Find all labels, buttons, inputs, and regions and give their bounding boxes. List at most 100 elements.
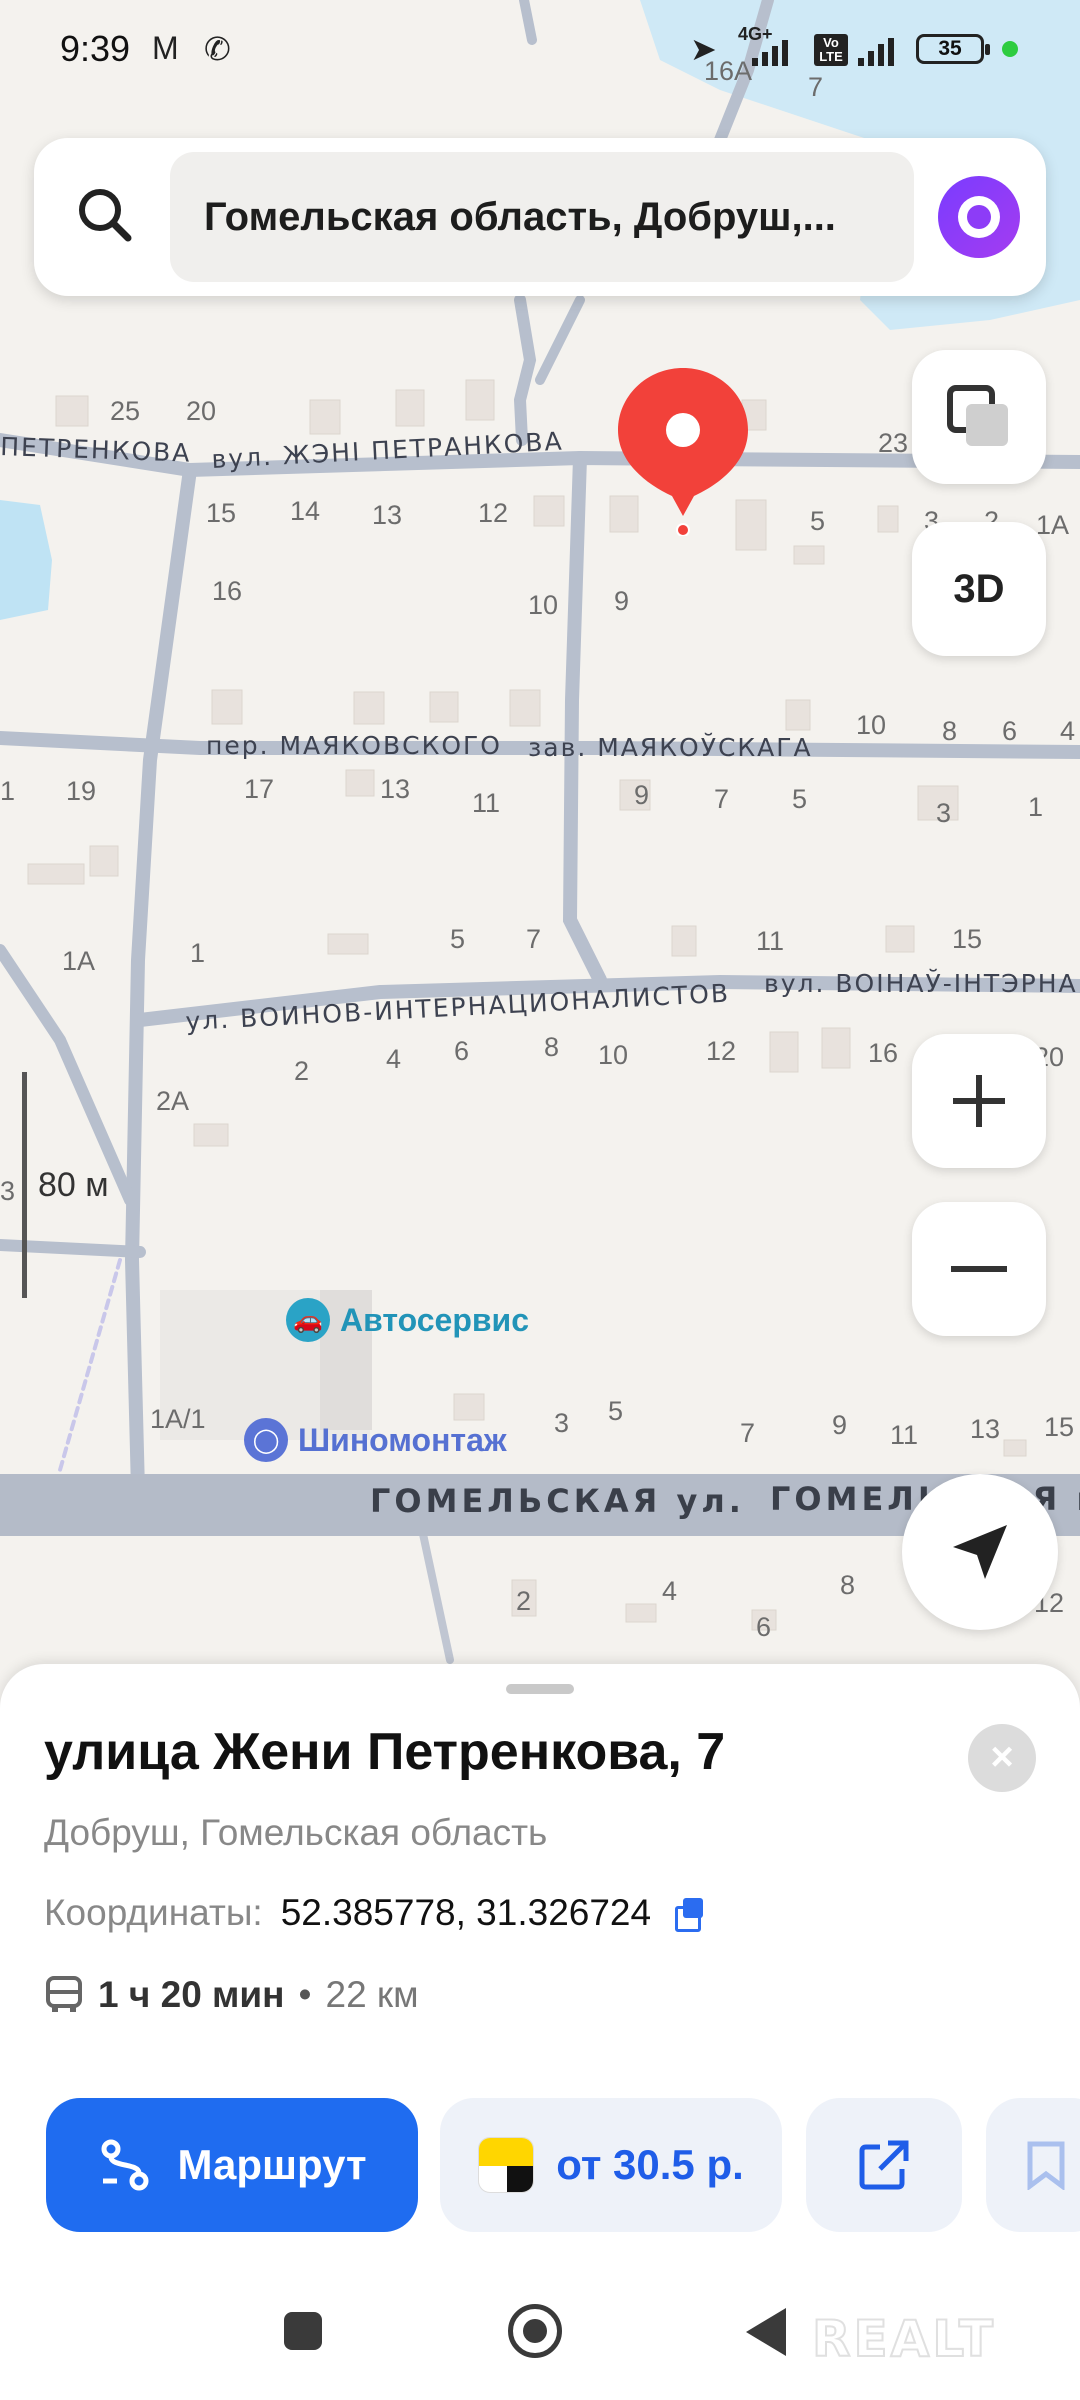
- house-number: 6: [756, 1612, 771, 1642]
- search-icon[interactable]: [70, 180, 140, 250]
- house-number: 9: [614, 586, 629, 616]
- poi-tire-service[interactable]: ◯ Шиномонтаж: [244, 1418, 507, 1462]
- house-number: 12: [478, 498, 508, 528]
- street-label-voinau: вул. ВОІНАЎ-ІНТЭРНА: [764, 969, 1078, 998]
- sheet-drag-handle[interactable]: [506, 1684, 574, 1694]
- house-number: 15: [206, 498, 236, 528]
- home-button[interactable]: [508, 2304, 562, 2358]
- back-button[interactable]: [746, 2308, 786, 2356]
- coordinates-value[interactable]: 52.385778, 31.326724: [281, 1892, 651, 1934]
- bookmark-icon: [1027, 2141, 1065, 2190]
- house-number: 13: [380, 774, 410, 804]
- svg-text:REALT: REALT: [812, 2310, 996, 2368]
- route-distance: 22 км: [325, 1974, 419, 2015]
- plus-icon: [953, 1075, 1005, 1127]
- status-bar: 9:39 M ✆ ➤ 4G+ Vo LTE 35: [0, 0, 1080, 96]
- location-pin[interactable]: [618, 366, 748, 536]
- volte-badge: Vo LTE: [814, 34, 848, 66]
- house-number: 5: [810, 506, 825, 536]
- house-number: 8: [840, 1570, 855, 1600]
- my-location-button[interactable]: [902, 1474, 1058, 1630]
- house-number: 16: [212, 576, 242, 606]
- share-icon: [859, 2140, 909, 2190]
- house-number: 5: [792, 784, 807, 814]
- battery-indicator: 35: [916, 34, 990, 64]
- house-number: 6: [1002, 716, 1017, 746]
- house-number: 15: [952, 924, 982, 954]
- realt-watermark-logo: REALT: [812, 2309, 996, 2369]
- house-number: 1А/1: [150, 1404, 206, 1434]
- share-button[interactable]: [806, 2098, 962, 2232]
- copy-icon[interactable]: [675, 1898, 705, 1932]
- house-number: 20: [186, 396, 216, 426]
- house-number: 2: [516, 1586, 531, 1616]
- house-number: 8: [942, 716, 957, 746]
- house-number: 6: [454, 1036, 469, 1066]
- house-number: 7: [714, 784, 729, 814]
- house-number: 17: [244, 774, 274, 804]
- house-number: 13: [372, 500, 402, 530]
- pin-icon: [618, 368, 748, 536]
- zoom-in-button[interactable]: [912, 1034, 1046, 1168]
- street-label-mayakouskaga: зав. МАЯКОЎСКАГА: [528, 733, 813, 762]
- house-number: 3: [0, 1176, 15, 1206]
- house-number: 9: [634, 780, 649, 810]
- recents-button[interactable]: [284, 2312, 322, 2350]
- route-button-label: Маршрут: [177, 2141, 367, 2188]
- house-number: 3: [554, 1408, 569, 1438]
- house-number: 10: [856, 710, 886, 740]
- taxi-icon: [478, 2137, 535, 2193]
- house-number: 23: [878, 428, 908, 458]
- signal-2-icon: [858, 38, 894, 66]
- house-number: 13: [970, 1414, 1000, 1444]
- house-number: 16: [868, 1038, 898, 1068]
- poi-label: Автосервис: [340, 1301, 530, 1338]
- house-number: 7: [526, 924, 541, 954]
- route-info: 1 ч 20 мин • 22 км: [44, 1974, 419, 2016]
- car-icon: 🚗: [286, 1298, 330, 1342]
- search-bar[interactable]: Гомельская область, Добруш,...: [34, 138, 1046, 296]
- coordinates-row: Координаты: 52.385778, 31.326724: [44, 1892, 705, 1934]
- house-number: 5: [450, 924, 465, 954]
- house-number: 3: [936, 798, 951, 828]
- minus-icon: [951, 1266, 1007, 1272]
- bus-icon: [46, 1976, 82, 2012]
- house-number: 5: [608, 1396, 623, 1426]
- 3d-button[interactable]: 3D: [912, 522, 1046, 656]
- poi-autoservice[interactable]: 🚗 Автосервис: [286, 1298, 529, 1342]
- house-number: 19: [66, 776, 96, 806]
- house-number: 1: [190, 938, 205, 968]
- layers-button[interactable]: [912, 350, 1046, 484]
- navigation-arrow-icon: ➤: [690, 31, 717, 67]
- route-icon: [101, 2139, 149, 2191]
- house-number: 1А: [1036, 510, 1069, 540]
- close-button[interactable]: ×: [968, 1724, 1036, 1792]
- zoom-out-button[interactable]: [912, 1202, 1046, 1336]
- taxi-button[interactable]: от 30.5 р.: [440, 2098, 782, 2232]
- route-button[interactable]: Маршрут: [46, 2098, 418, 2232]
- route-time: 1 ч 20 мин: [98, 1974, 285, 2015]
- signal-icon: [752, 40, 788, 66]
- house-number: 8: [544, 1032, 559, 1062]
- house-number: 12: [706, 1036, 736, 1066]
- call-icon: ✆: [204, 31, 231, 67]
- place-title: улица Жени Петренкова, 7: [44, 1723, 726, 1781]
- gmail-icon: M: [152, 30, 179, 66]
- house-number: 15: [1044, 1412, 1074, 1442]
- status-dot: [1002, 41, 1018, 57]
- route-separator: •: [298, 1974, 312, 2015]
- search-input[interactable]: Гомельская область, Добруш,...: [170, 152, 914, 282]
- water-pond: [0, 500, 52, 620]
- status-time: 9:39: [60, 28, 131, 69]
- house-number: 1: [1028, 792, 1043, 822]
- system-navigation-bar: REALT: [0, 2250, 1080, 2400]
- street-label-petrenkova-left: ПЕТРЕНКОВА: [0, 432, 192, 468]
- house-number: 11: [756, 926, 784, 956]
- bookmark-button[interactable]: [986, 2098, 1080, 2232]
- house-number: 7: [740, 1418, 755, 1448]
- house-number: 4: [662, 1576, 677, 1606]
- house-number: 10: [598, 1040, 628, 1070]
- street-label-gomelskaya: ГОМЕЛЬСКАЯ ул.: [370, 1482, 745, 1520]
- alice-icon[interactable]: [938, 176, 1020, 258]
- navigation-arrow-icon: [953, 1525, 1007, 1579]
